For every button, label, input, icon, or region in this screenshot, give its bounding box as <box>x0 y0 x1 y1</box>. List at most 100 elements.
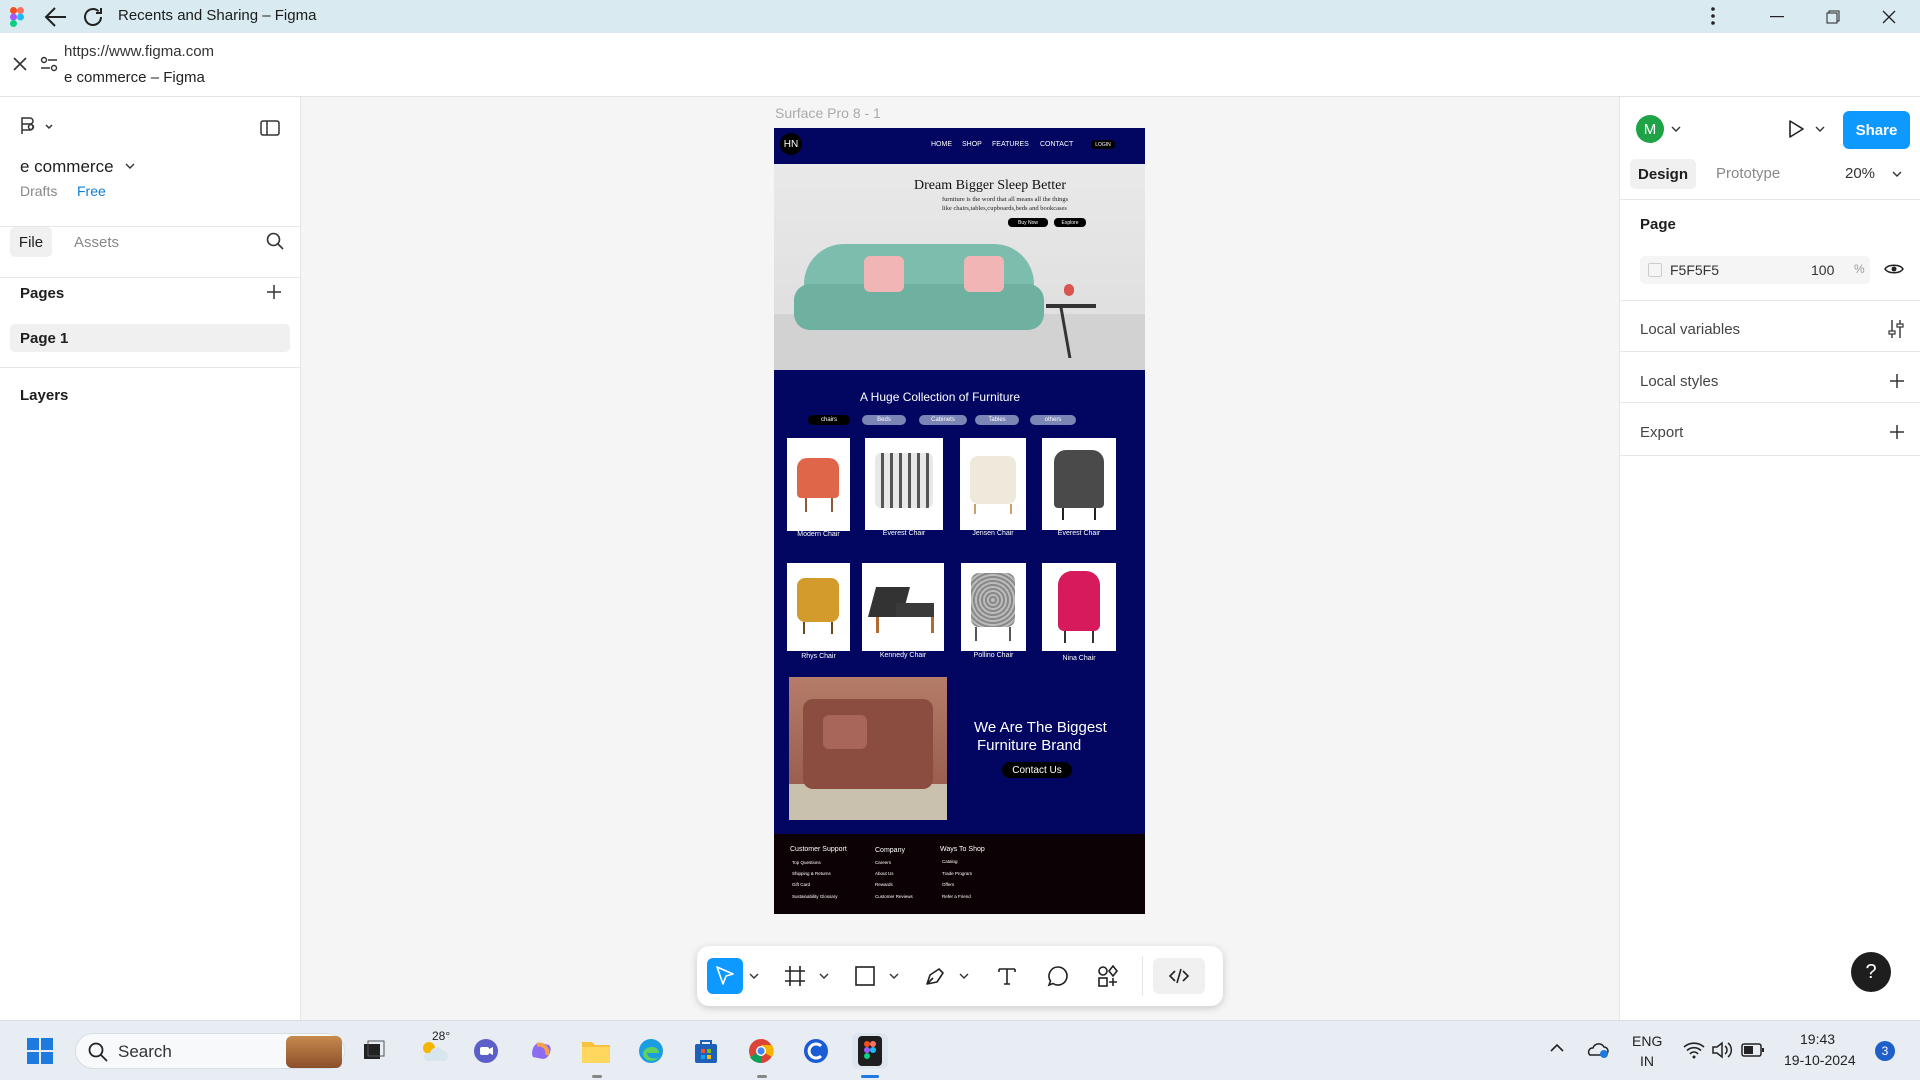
clock-time[interactable]: 19:43 <box>1800 1031 1835 1047</box>
search-icon[interactable] <box>266 232 284 250</box>
notification-badge[interactable]: 3 <box>1875 1041 1895 1061</box>
pen-tool[interactable] <box>917 958 953 994</box>
browser-c-icon[interactable] <box>798 1033 834 1069</box>
main-menu-icon[interactable] <box>20 117 54 135</box>
category-tables[interactable]: Tables <box>975 415 1019 425</box>
taskbar-search[interactable]: Search <box>75 1033 345 1069</box>
dev-mode-toggle[interactable] <box>1153 958 1205 994</box>
tab-file[interactable]: File <box>10 227 52 257</box>
footer-link[interactable]: Trade Program <box>942 871 972 876</box>
footer-link[interactable]: Customer Reviews <box>875 894 913 899</box>
chrome-icon[interactable] <box>743 1033 779 1069</box>
product-card[interactable] <box>865 438 943 530</box>
variables-icon[interactable] <box>1888 319 1904 339</box>
volume-icon[interactable] <box>1711 1041 1733 1059</box>
reload-icon[interactable] <box>81 5 105 29</box>
chevron-down-icon[interactable] <box>889 972 899 980</box>
tab-design[interactable]: Design <box>1630 159 1696 189</box>
product-card[interactable] <box>1042 563 1116 651</box>
more-vert-icon[interactable] <box>1705 6 1721 26</box>
share-button[interactable]: Share <box>1843 111 1910 149</box>
chevron-down-icon[interactable] <box>1671 125 1681 133</box>
footer-link[interactable]: Refer a Friend <box>942 894 971 899</box>
local-styles-heading[interactable]: Local styles <box>1640 373 1718 390</box>
file-explorer-icon[interactable] <box>578 1033 614 1069</box>
resources-tool[interactable] <box>1090 958 1126 994</box>
nav-contact[interactable]: CONTACT <box>1040 141 1073 148</box>
buy-now-button[interactable]: Buy Now <box>1008 218 1048 227</box>
page-color-hex[interactable]: F5F5F5 <box>1670 262 1719 278</box>
color-swatch[interactable] <box>1648 263 1662 277</box>
url-text[interactable]: https://www.figma.com <box>64 43 214 60</box>
footer-link[interactable]: Catalog <box>942 859 958 864</box>
contact-us-button[interactable]: Contact Us <box>1002 762 1072 778</box>
figma-taskbar-icon[interactable] <box>852 1033 888 1069</box>
footer-link[interactable]: Gift Card <box>792 882 810 887</box>
tab-assets[interactable]: Assets <box>74 234 119 251</box>
eye-icon[interactable] <box>1884 262 1904 276</box>
chevron-down-icon[interactable] <box>1892 170 1902 178</box>
frame-label[interactable]: Surface Pro 8 - 1 <box>775 105 881 121</box>
language-2[interactable]: IN <box>1640 1053 1654 1069</box>
category-others[interactable]: others <box>1030 415 1076 425</box>
battery-icon[interactable] <box>1741 1042 1765 1058</box>
chevron-down-icon[interactable] <box>749 972 759 980</box>
add-page-icon[interactable] <box>266 284 282 300</box>
footer-link[interactable]: Shipping & Returns <box>792 871 831 876</box>
product-card[interactable] <box>862 563 944 651</box>
edge-icon[interactable] <box>633 1033 669 1069</box>
product-card[interactable] <box>787 563 850 651</box>
task-view-icon[interactable] <box>356 1033 392 1069</box>
zoom-level[interactable]: 20% <box>1845 165 1875 182</box>
minimize-button[interactable] <box>1749 0 1805 33</box>
file-location[interactable]: Drafts <box>20 183 57 199</box>
frame-tool[interactable] <box>777 958 813 994</box>
rectangle-tool[interactable] <box>847 958 883 994</box>
add-style-icon[interactable] <box>1889 373 1905 389</box>
plan-badge[interactable]: Free <box>77 183 106 199</box>
footer-link[interactable]: Top Questions <box>792 860 821 865</box>
nav-shop[interactable]: SHOP <box>962 141 982 148</box>
copilot-icon[interactable] <box>523 1033 559 1069</box>
file-name[interactable]: e commerce <box>20 157 114 177</box>
export-heading[interactable]: Export <box>1640 424 1683 441</box>
page-list-item[interactable]: Page 1 <box>10 324 290 352</box>
help-button[interactable]: ? <box>1851 952 1891 992</box>
move-tool[interactable] <box>707 958 743 994</box>
footer-link[interactable]: Offers <box>942 882 954 887</box>
onedrive-icon[interactable] <box>1586 1039 1610 1059</box>
clock-date[interactable]: 19-10-2024 <box>1784 1052 1856 1068</box>
design-frame[interactable]: HN HOME SHOP FEATURES CONTACT LOGIN Drea… <box>774 128 1145 914</box>
chevron-down-icon[interactable] <box>125 162 135 170</box>
login-button[interactable]: LOGIN <box>1091 140 1115 149</box>
product-card[interactable] <box>1042 438 1116 530</box>
explore-button[interactable]: Explore <box>1054 218 1086 227</box>
footer-link[interactable]: Careers <box>875 860 891 865</box>
nav-features[interactable]: FEATURES <box>992 141 1029 148</box>
page-color-field[interactable]: F5F5F5 100 % <box>1640 256 1870 284</box>
add-export-icon[interactable] <box>1889 424 1905 440</box>
chevron-up-icon[interactable] <box>1550 1043 1564 1053</box>
windows-start-icon[interactable] <box>22 1033 58 1069</box>
nav-home[interactable]: HOME <box>931 141 952 148</box>
category-chairs[interactable]: chairs <box>808 415 850 425</box>
product-card[interactable] <box>961 563 1026 651</box>
chevron-down-icon[interactable] <box>959 972 969 980</box>
teams-icon[interactable] <box>468 1033 504 1069</box>
comment-tool[interactable] <box>1040 958 1076 994</box>
footer-link[interactable]: Rewards <box>875 882 893 887</box>
footer-link[interactable]: About Us <box>875 871 894 876</box>
chevron-down-icon[interactable] <box>1815 125 1825 133</box>
close-icon[interactable] <box>13 57 27 71</box>
store-icon[interactable] <box>688 1033 724 1069</box>
product-card[interactable] <box>787 438 850 531</box>
site-settings-icon[interactable] <box>40 56 58 72</box>
weather-widget[interactable]: 28° <box>412 1029 456 1069</box>
category-cabinets[interactable]: Cabinets <box>919 415 967 425</box>
present-play-icon[interactable] <box>1787 119 1805 139</box>
local-variables-heading[interactable]: Local variables <box>1640 321 1740 338</box>
restore-button[interactable] <box>1805 0 1861 33</box>
category-beds[interactable]: Beds <box>862 415 906 425</box>
wifi-icon[interactable] <box>1683 1041 1705 1059</box>
back-arrow-icon[interactable] <box>44 6 68 28</box>
